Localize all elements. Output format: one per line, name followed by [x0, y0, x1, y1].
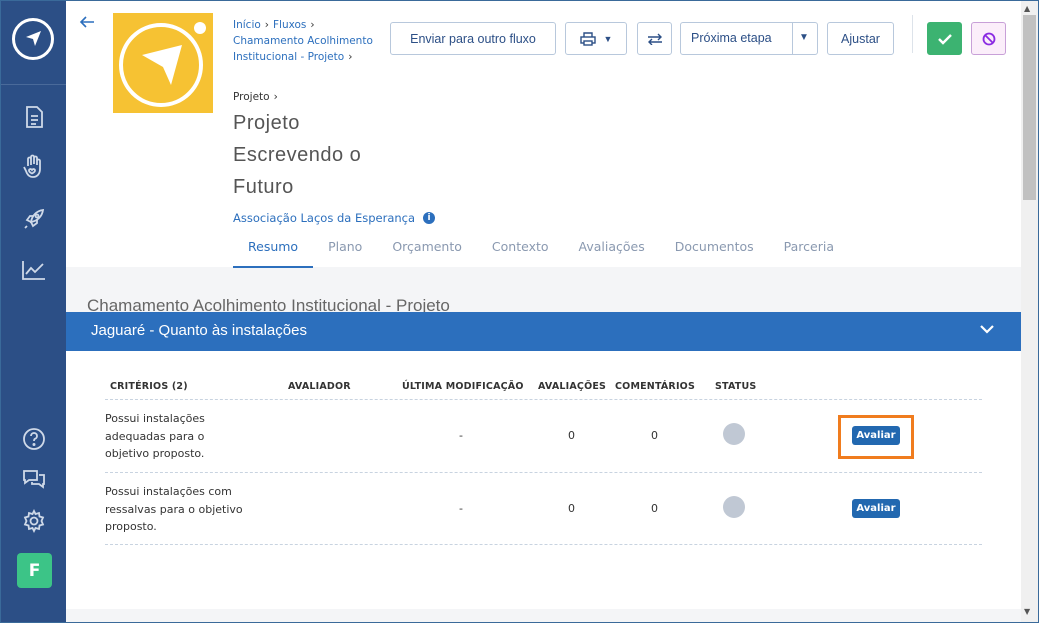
table-divider: [105, 472, 982, 473]
breadcrumb-current: Projeto ›: [233, 91, 278, 103]
check-icon: [937, 33, 952, 45]
column-header-evaluator: AVALIADOR: [288, 381, 351, 392]
table-divider: [105, 399, 982, 400]
last-modified-cell: -: [459, 502, 463, 515]
breadcrumb-separator-icon: ›: [310, 19, 315, 31]
help-icon[interactable]: [21, 426, 47, 452]
column-header-comments: COMENTÁRIOS: [615, 381, 696, 392]
adjust-button[interactable]: Ajustar: [827, 22, 894, 55]
send-to-flow-button[interactable]: Enviar para outro fluxo: [390, 22, 556, 55]
last-modified-cell: -: [459, 429, 463, 442]
tab-documentos[interactable]: Documentos: [660, 233, 769, 268]
chat-icon[interactable]: [21, 466, 47, 492]
group-title: Jaguaré - Quanto às instalações: [91, 322, 307, 339]
tab-contexto[interactable]: Contexto: [477, 233, 564, 268]
breadcrumb-separator-icon: ›: [348, 51, 353, 63]
chart-line-icon[interactable]: [21, 257, 47, 283]
next-step-label[interactable]: Próxima etapa: [691, 31, 772, 45]
breadcrumb-separator-icon: ›: [264, 19, 269, 31]
gear-icon[interactable]: [21, 508, 47, 534]
caret-down-icon[interactable]: ▼: [799, 32, 809, 43]
scroll-down-arrow-icon[interactable]: ▼: [1024, 607, 1030, 616]
hand-heart-icon[interactable]: [21, 154, 47, 180]
app-logo-icon[interactable]: [12, 18, 54, 60]
breadcrumb-separator-icon: ›: [273, 91, 278, 103]
criteria-panel: CRITÉRIOS (2) AVALIADOR ÚLTIMA MODIFICAÇ…: [66, 351, 1021, 609]
tab-parceria[interactable]: Parceria: [769, 233, 849, 268]
project-header: Início › Fluxos › Chamamento Acolhimento In…: [66, 1, 1021, 268]
status-indicator: [723, 496, 745, 518]
criteria-cell: Possui instalações com ressalvas para o …: [105, 485, 243, 533]
column-header-criteria: CRITÉRIOS (2): [110, 381, 188, 392]
swap-arrows-icon: [647, 33, 662, 45]
reject-button[interactable]: [971, 22, 1006, 55]
evaluate-button[interactable]: Avaliar: [852, 499, 900, 518]
block-icon: [982, 32, 995, 45]
organization-label[interactable]: Associação Laços da Esperança: [233, 211, 415, 225]
printer-icon: [579, 31, 596, 46]
organization-link[interactable]: Associação Laços da Esperança i: [233, 211, 436, 225]
breadcrumb-home-link[interactable]: Início: [233, 19, 261, 31]
sidebar: F: [1, 1, 66, 622]
tab-orcamento[interactable]: Orçamento: [377, 233, 477, 268]
next-step-button[interactable]: Próxima etapa ▼: [680, 22, 818, 55]
breadcrumb: Início › Fluxos › Chamamento Acolhimento In…: [233, 17, 373, 65]
sidebar-divider: [1, 84, 66, 85]
tab-avaliacoes[interactable]: Avaliações: [564, 233, 660, 268]
column-header-last-modified: ÚLTIMA MODIFICAÇÃO: [402, 381, 524, 392]
column-header-status: STATUS: [715, 381, 757, 392]
document-icon[interactable]: [21, 104, 47, 130]
group-header-bar[interactable]: Jaguaré - Quanto às instalações: [66, 312, 1021, 351]
info-icon[interactable]: i: [423, 212, 436, 224]
column-header-evaluations: AVALIAÇÕES: [538, 381, 607, 392]
back-arrow-icon[interactable]: [79, 13, 95, 34]
tab-plano[interactable]: Plano: [313, 233, 377, 268]
criteria-cell: Possui instalações adequadas para o obje…: [105, 412, 205, 460]
table-divider: [105, 544, 982, 545]
status-indicator: [723, 423, 745, 445]
swap-button[interactable]: [637, 22, 672, 55]
comments-cell: 0: [651, 502, 658, 515]
page-title: Projeto Escrevendo o Futuro: [233, 112, 362, 198]
evaluations-cell: 0: [568, 429, 575, 442]
breadcrumb-flows-link[interactable]: Fluxos: [273, 19, 306, 31]
scrollbar-thumb[interactable]: [1023, 15, 1036, 200]
rocket-icon[interactable]: [21, 206, 47, 232]
project-logo: [113, 13, 213, 113]
scroll-up-arrow-icon[interactable]: ▲: [1024, 4, 1030, 13]
chevron-down-icon: ▼: [603, 33, 613, 44]
approve-button[interactable]: [927, 22, 962, 55]
tab-resumo[interactable]: Resumo: [233, 233, 314, 268]
chevron-down-icon[interactable]: [980, 322, 994, 338]
evaluations-cell: 0: [568, 502, 575, 515]
split-divider: [792, 23, 793, 54]
comments-cell: 0: [651, 429, 658, 442]
breadcrumb-current-label: Projeto: [233, 91, 270, 103]
tab-bar: Resumo Plano Orçamento Contexto Avaliaçõ…: [233, 233, 849, 268]
toolbar-divider: [912, 15, 913, 53]
print-button[interactable]: ▼: [565, 22, 627, 55]
user-avatar[interactable]: F: [17, 553, 52, 588]
highlight-box: [838, 415, 914, 459]
